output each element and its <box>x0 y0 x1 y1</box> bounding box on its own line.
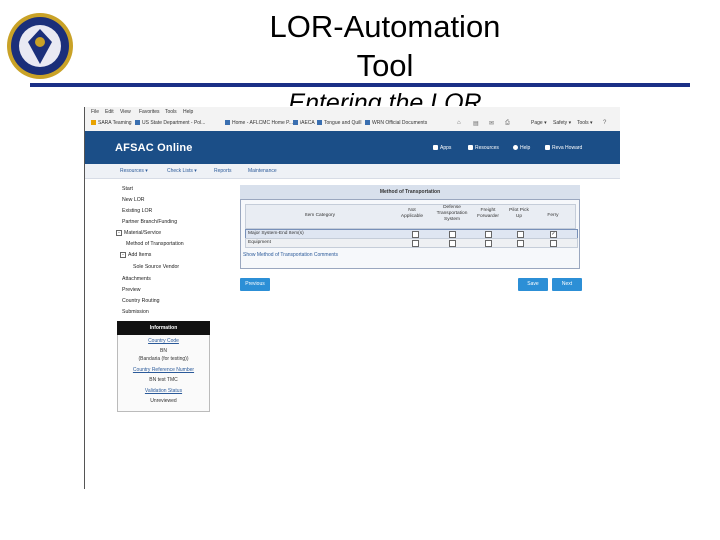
sidebar-item-existing-lor[interactable]: Existing LOR <box>122 208 152 214</box>
menu-tools[interactable]: Tools <box>165 109 177 115</box>
home-icon[interactable]: ⌂ <box>457 120 461 126</box>
favorite-link[interactable]: Home - AFLCMC Home P... <box>225 120 293 126</box>
page-icon <box>135 120 140 125</box>
checkbox-ferry[interactable]: ✓ <box>550 231 557 238</box>
checkbox-freight-forwarder[interactable] <box>485 240 492 247</box>
tab-maintenance[interactable]: Maintenance <box>248 168 277 174</box>
slide-subtitle: Entering the LOR <box>288 89 482 106</box>
page-menu[interactable]: Page ▾ <box>531 120 547 126</box>
slide-title-line-1: LOR-Automation <box>269 9 501 44</box>
checkbox-freight-forwarder[interactable] <box>485 231 492 238</box>
menu-favorites[interactable]: Favorites <box>139 109 160 115</box>
sidebar-item-partner-branch[interactable]: Partner Branch/Funding <box>122 219 177 225</box>
collapse-icon[interactable]: − <box>120 252 126 258</box>
help-link[interactable]: Help <box>513 145 530 151</box>
sidebar-item-start[interactable]: Start <box>122 186 133 192</box>
column-header-defense-transportation-system: Defense Transportation System <box>436 205 468 222</box>
menu-help[interactable]: Help <box>183 109 193 115</box>
country-code-note: (Bandaria (for testing)) <box>138 356 189 362</box>
checkbox-not-applicable[interactable] <box>412 231 419 238</box>
grid-icon <box>433 145 438 150</box>
favorite-link[interactable]: US State Department - Pol... <box>135 120 205 126</box>
user-icon <box>545 145 550 150</box>
print-icon[interactable]: ⎙ <box>505 120 510 127</box>
sidebar-item-new-lor[interactable]: New LOR <box>122 197 145 203</box>
star-icon <box>91 120 96 125</box>
sidebar-item-preview[interactable]: Preview <box>122 287 140 293</box>
column-header-freight-forwarder: Freight Forwarder <box>477 208 499 219</box>
validation-status-label[interactable]: Validation Status <box>117 388 210 394</box>
checkbox-pilot-pick-up[interactable] <box>517 231 524 238</box>
checkbox-defense-transportation-system[interactable] <box>449 231 456 238</box>
sidebar-item-material-service[interactable]: − Material/Service <box>116 230 161 236</box>
slide-title-line-2: Tool <box>356 48 414 83</box>
page-icon <box>225 120 230 125</box>
page-icon <box>365 120 370 125</box>
feed-icon[interactable]: ▤ <box>473 120 479 127</box>
page-icon <box>293 120 298 125</box>
favorite-link[interactable]: Tongue and Quill <box>317 120 362 126</box>
tab-reports[interactable]: Reports <box>214 168 232 174</box>
show-comments-link[interactable]: Show Method of Transportation Comments <box>243 252 338 258</box>
sidebar-item-method-of-transportation[interactable]: Method of Transportation <box>126 241 184 247</box>
help-icon[interactable]: ? <box>603 120 606 126</box>
country-code-label[interactable]: Country Code <box>117 338 210 344</box>
checkbox-defense-transportation-system[interactable] <box>449 240 456 247</box>
validation-status-value: Unreviewed <box>150 398 177 404</box>
title-divider <box>30 83 690 87</box>
menu-file[interactable]: File <box>91 109 99 115</box>
favorite-link[interactable]: WRN Official Documents <box>365 120 427 126</box>
next-button[interactable]: Next <box>552 278 582 291</box>
resources-link[interactable]: Resources <box>468 145 499 151</box>
sidebar-item-add-items[interactable]: − Add Items <box>120 252 151 258</box>
menu-view[interactable]: View <box>120 109 131 115</box>
sidebar-item-attachments[interactable]: Attachments <box>122 276 151 282</box>
question-icon <box>513 145 518 150</box>
column-header-pilot-pick-up: Pilot Pick Up <box>509 208 529 219</box>
menu-edit[interactable]: Edit <box>105 109 114 115</box>
column-header-ferry: Ferry <box>547 213 559 218</box>
checkbox-pilot-pick-up[interactable] <box>517 240 524 247</box>
information-header: Information <box>117 321 210 335</box>
apps-link[interactable]: Apps <box>433 145 451 151</box>
mot-panel-title: Method of Transportation <box>240 185 580 200</box>
sidebar-item-country-routing[interactable]: Country Routing <box>122 298 160 304</box>
sidebar-item-sole-source-vendor[interactable]: Sole Source Vendor <box>133 264 179 270</box>
nav-tabs <box>85 164 620 179</box>
country-reference-number-value: BN test TMC <box>149 377 178 383</box>
embedded-screenshot: File Edit View Favorites Tools Help SARA… <box>84 107 620 489</box>
checkbox-not-applicable[interactable] <box>412 240 419 247</box>
save-button[interactable]: Save <box>518 278 548 291</box>
tab-resources[interactable]: Resources ▾ <box>120 168 148 174</box>
collapse-icon[interactable]: − <box>116 230 122 236</box>
favorite-link[interactable]: iAECA <box>293 120 315 126</box>
mail-icon[interactable]: ✉ <box>489 120 494 127</box>
sidebar-item-submission[interactable]: Submission <box>122 309 149 315</box>
favorite-link[interactable]: SARA Teaming <box>91 120 132 126</box>
column-header-item-category: Item Category <box>304 213 336 218</box>
app-logo[interactable]: AFSAC Online <box>115 142 193 154</box>
page-icon <box>317 120 322 125</box>
country-code-value: BN <box>160 348 167 354</box>
country-reference-number-label[interactable]: Country Reference Number <box>117 367 210 373</box>
previous-button[interactable]: Previous <box>240 278 270 291</box>
checkbox-ferry[interactable] <box>550 240 557 247</box>
column-header-not-applicable: Not Applicable <box>400 208 424 219</box>
usaf-seal-logo <box>6 12 74 80</box>
tab-check-lists[interactable]: Check Lists ▾ <box>167 168 197 174</box>
bookmark-icon <box>468 145 473 150</box>
user-menu[interactable]: Reva Howard <box>545 145 582 151</box>
tools-menu[interactable]: Tools ▾ <box>577 120 593 126</box>
safety-menu[interactable]: Safety ▾ <box>553 120 571 126</box>
